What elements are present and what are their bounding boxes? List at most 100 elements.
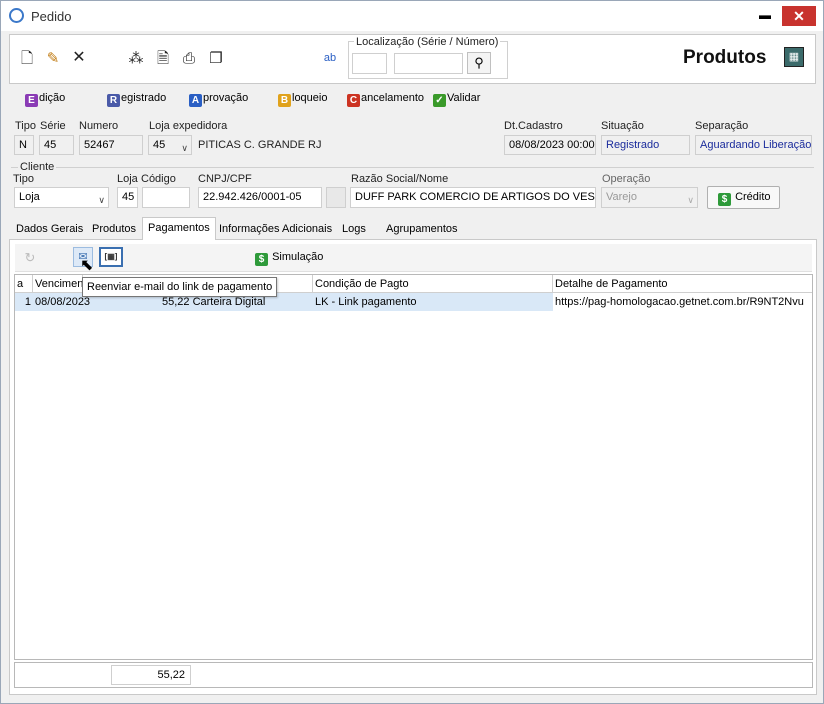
validar-label: Validar xyxy=(447,92,481,104)
situacao-field: Registrado xyxy=(601,135,690,155)
credito-label: Crédito xyxy=(735,191,771,203)
payment-link-button[interactable]: [▦] xyxy=(99,247,123,267)
cancelamento-action[interactable]: Cancelamento xyxy=(347,92,424,107)
preview-icon[interactable]: 🗎 xyxy=(154,50,172,68)
razao-social-input[interactable]: DUFF PARK COMERCIO DE ARTIGOS DO VEST xyxy=(350,187,596,208)
window-title: Pedido xyxy=(31,9,72,24)
registrado-label: egistrado xyxy=(121,92,167,104)
pagamentos-toolbar: ↻ ✉ [▦] $ Simulação xyxy=(15,244,812,272)
grid-header-index[interactable]: a xyxy=(15,275,33,293)
payments-grid: a Vencimen Condição de Pagto Detalhe de … xyxy=(14,274,813,660)
toolbar-panel: 🗋 ✎ ✕ ⁂ 🗎 ⎙ ❐ ab Localização (Série / Nú… xyxy=(9,34,816,84)
aprovacao-label: provação xyxy=(203,92,249,104)
copy-icon[interactable]: ❐ xyxy=(207,50,225,68)
resend-email-tooltip: Reenviar e-mail do link de pagamento xyxy=(82,277,278,297)
serie-label: Série xyxy=(40,120,66,132)
spell-icon[interactable]: ab xyxy=(321,49,339,67)
simulacao-button[interactable]: $ Simulação xyxy=(255,249,323,266)
cliente-codigo-input[interactable] xyxy=(142,187,190,208)
search-button[interactable]: ⚲ xyxy=(467,52,491,74)
pagamentos-panel: ↻ ✉ [▦] $ Simulação a Vencimen Condição … xyxy=(9,240,817,695)
credito-button[interactable]: $ Crédito xyxy=(707,186,780,209)
simulacao-label: Simulação xyxy=(272,251,324,263)
numero-field: 52467 xyxy=(79,135,143,155)
grid-header-condicao[interactable]: Condição de Pagto xyxy=(313,275,553,293)
bloqueio-label: loqueio xyxy=(292,92,328,104)
title-bar: Pedido ▬ ✕ xyxy=(1,1,823,31)
cliente-tipo-value: Loja xyxy=(19,191,40,203)
delete-icon[interactable]: ✕ xyxy=(70,49,88,67)
chevron-down-icon: ∨ xyxy=(687,195,694,205)
validar-icon: ✓ xyxy=(433,94,446,107)
registrado-action[interactable]: Registrado xyxy=(107,92,166,107)
cancelamento-label: ancelamento xyxy=(361,92,424,104)
edicao-letter-icon: E xyxy=(25,94,38,107)
operacao-value: Varejo xyxy=(606,191,637,203)
cliente-loja-input[interactable]: 45 xyxy=(117,187,138,208)
tab-produtos[interactable]: Produtos xyxy=(87,219,141,239)
numero-label: Numero xyxy=(79,120,119,132)
dollar-icon: $ xyxy=(255,253,268,266)
loja-expedidora-select[interactable]: 45 ∨ xyxy=(148,135,192,155)
tipo-label: Tipo xyxy=(15,120,36,132)
chevron-down-icon: ∨ xyxy=(98,195,105,205)
bloqueio-action[interactable]: Bloqueio xyxy=(278,92,327,107)
cnpj-label: CNPJ/CPF xyxy=(198,173,252,185)
search-icon: ⚲ xyxy=(474,55,484,70)
grid-footer: 55,22 xyxy=(14,662,813,688)
cliente-tipo-select[interactable]: Loja ∨ xyxy=(14,187,109,208)
localizacao-numero-input[interactable] xyxy=(394,53,463,74)
separacao-field: Aguardando Liberação xyxy=(695,135,812,155)
close-button[interactable]: ✕ xyxy=(782,6,816,26)
action-bar: Edição Registrado Aprovação Bloqueio Can… xyxy=(25,92,565,108)
operacao-label: Operação xyxy=(602,173,651,185)
loja-expedidora-name: PITICAS C. GRANDE RJ xyxy=(198,139,322,151)
cliente-codigo-label: Código xyxy=(141,173,176,185)
row-detalhe: https://pag-homologacao.getnet.com.br/R9… xyxy=(553,293,812,311)
separacao-label: Separação xyxy=(695,120,749,132)
total-field: 55,22 xyxy=(111,665,191,685)
serie-field: 45 xyxy=(39,135,74,155)
mouse-cursor-icon: ⬉ xyxy=(80,257,94,274)
row-condicao: LK - Link pagamento xyxy=(315,296,417,308)
loja-expedidora-value: 45 xyxy=(153,139,166,151)
cnpj-input[interactable]: 22.942.426/0001-05 xyxy=(198,187,322,208)
tab-dados-gerais[interactable]: Dados Gerais xyxy=(11,219,88,239)
validar-action[interactable]: ✓ Validar xyxy=(433,92,480,107)
chevron-down-icon: ∨ xyxy=(181,143,188,153)
dtcadastro-label: Dt.Cadastro xyxy=(504,120,563,132)
edicao-label: dição xyxy=(39,92,66,104)
loja-expedidora-label: Loja expedidora xyxy=(149,120,228,132)
refresh-icon: ↻ xyxy=(24,250,36,265)
wand-icon[interactable]: ⁂ xyxy=(127,50,145,68)
operacao-select: Varejo ∨ xyxy=(601,187,698,208)
cliente-group-line xyxy=(11,167,814,168)
localizacao-serie-input[interactable] xyxy=(352,53,387,74)
dtcadastro-field: 08/08/2023 00:00 xyxy=(504,135,596,155)
row-index: 1 xyxy=(24,296,31,308)
pedido-window: Pedido ▬ ✕ 🗋 ✎ ✕ ⁂ 🗎 ⎙ ❐ ab Localização … xyxy=(0,0,824,704)
tab-informacoes-adicionais[interactable]: Informações Adicionais xyxy=(214,219,337,239)
app-icon xyxy=(9,8,24,23)
grid-header-vencimento[interactable]: Vencimen xyxy=(33,275,83,293)
tab-logs[interactable]: Logs xyxy=(337,219,371,239)
new-document-icon[interactable]: 🗋 xyxy=(18,50,36,68)
tab-agrupamentos[interactable]: Agrupamentos xyxy=(381,219,463,239)
cancelamento-letter-icon: C xyxy=(347,94,360,107)
razao-social-label: Razão Social/Nome xyxy=(351,173,449,185)
grid-header-detalhe[interactable]: Detalhe de Pagamento xyxy=(553,275,812,293)
cliente-lookup-button[interactable] xyxy=(326,187,346,208)
registrado-letter-icon: R xyxy=(107,94,120,107)
tab-pagamentos[interactable]: Pagamentos xyxy=(142,217,216,240)
edit-document-icon[interactable]: ✎ xyxy=(44,50,62,68)
print-icon[interactable]: ⎙ xyxy=(180,50,198,68)
aprovacao-letter-icon: A xyxy=(189,94,202,107)
aprovacao-action[interactable]: Aprovação xyxy=(189,92,248,107)
localizacao-label: Localização (Série / Número) xyxy=(354,36,501,48)
cliente-group-label: Cliente xyxy=(18,161,57,173)
minimize-button[interactable]: ▬ xyxy=(751,6,779,26)
products-icon: ▦ xyxy=(784,47,804,67)
dollar-icon: $ xyxy=(718,193,731,206)
tab-strip: Dados Gerais Produtos Pagamentos Informa… xyxy=(9,217,817,240)
edicao-action[interactable]: Edição xyxy=(25,92,65,107)
